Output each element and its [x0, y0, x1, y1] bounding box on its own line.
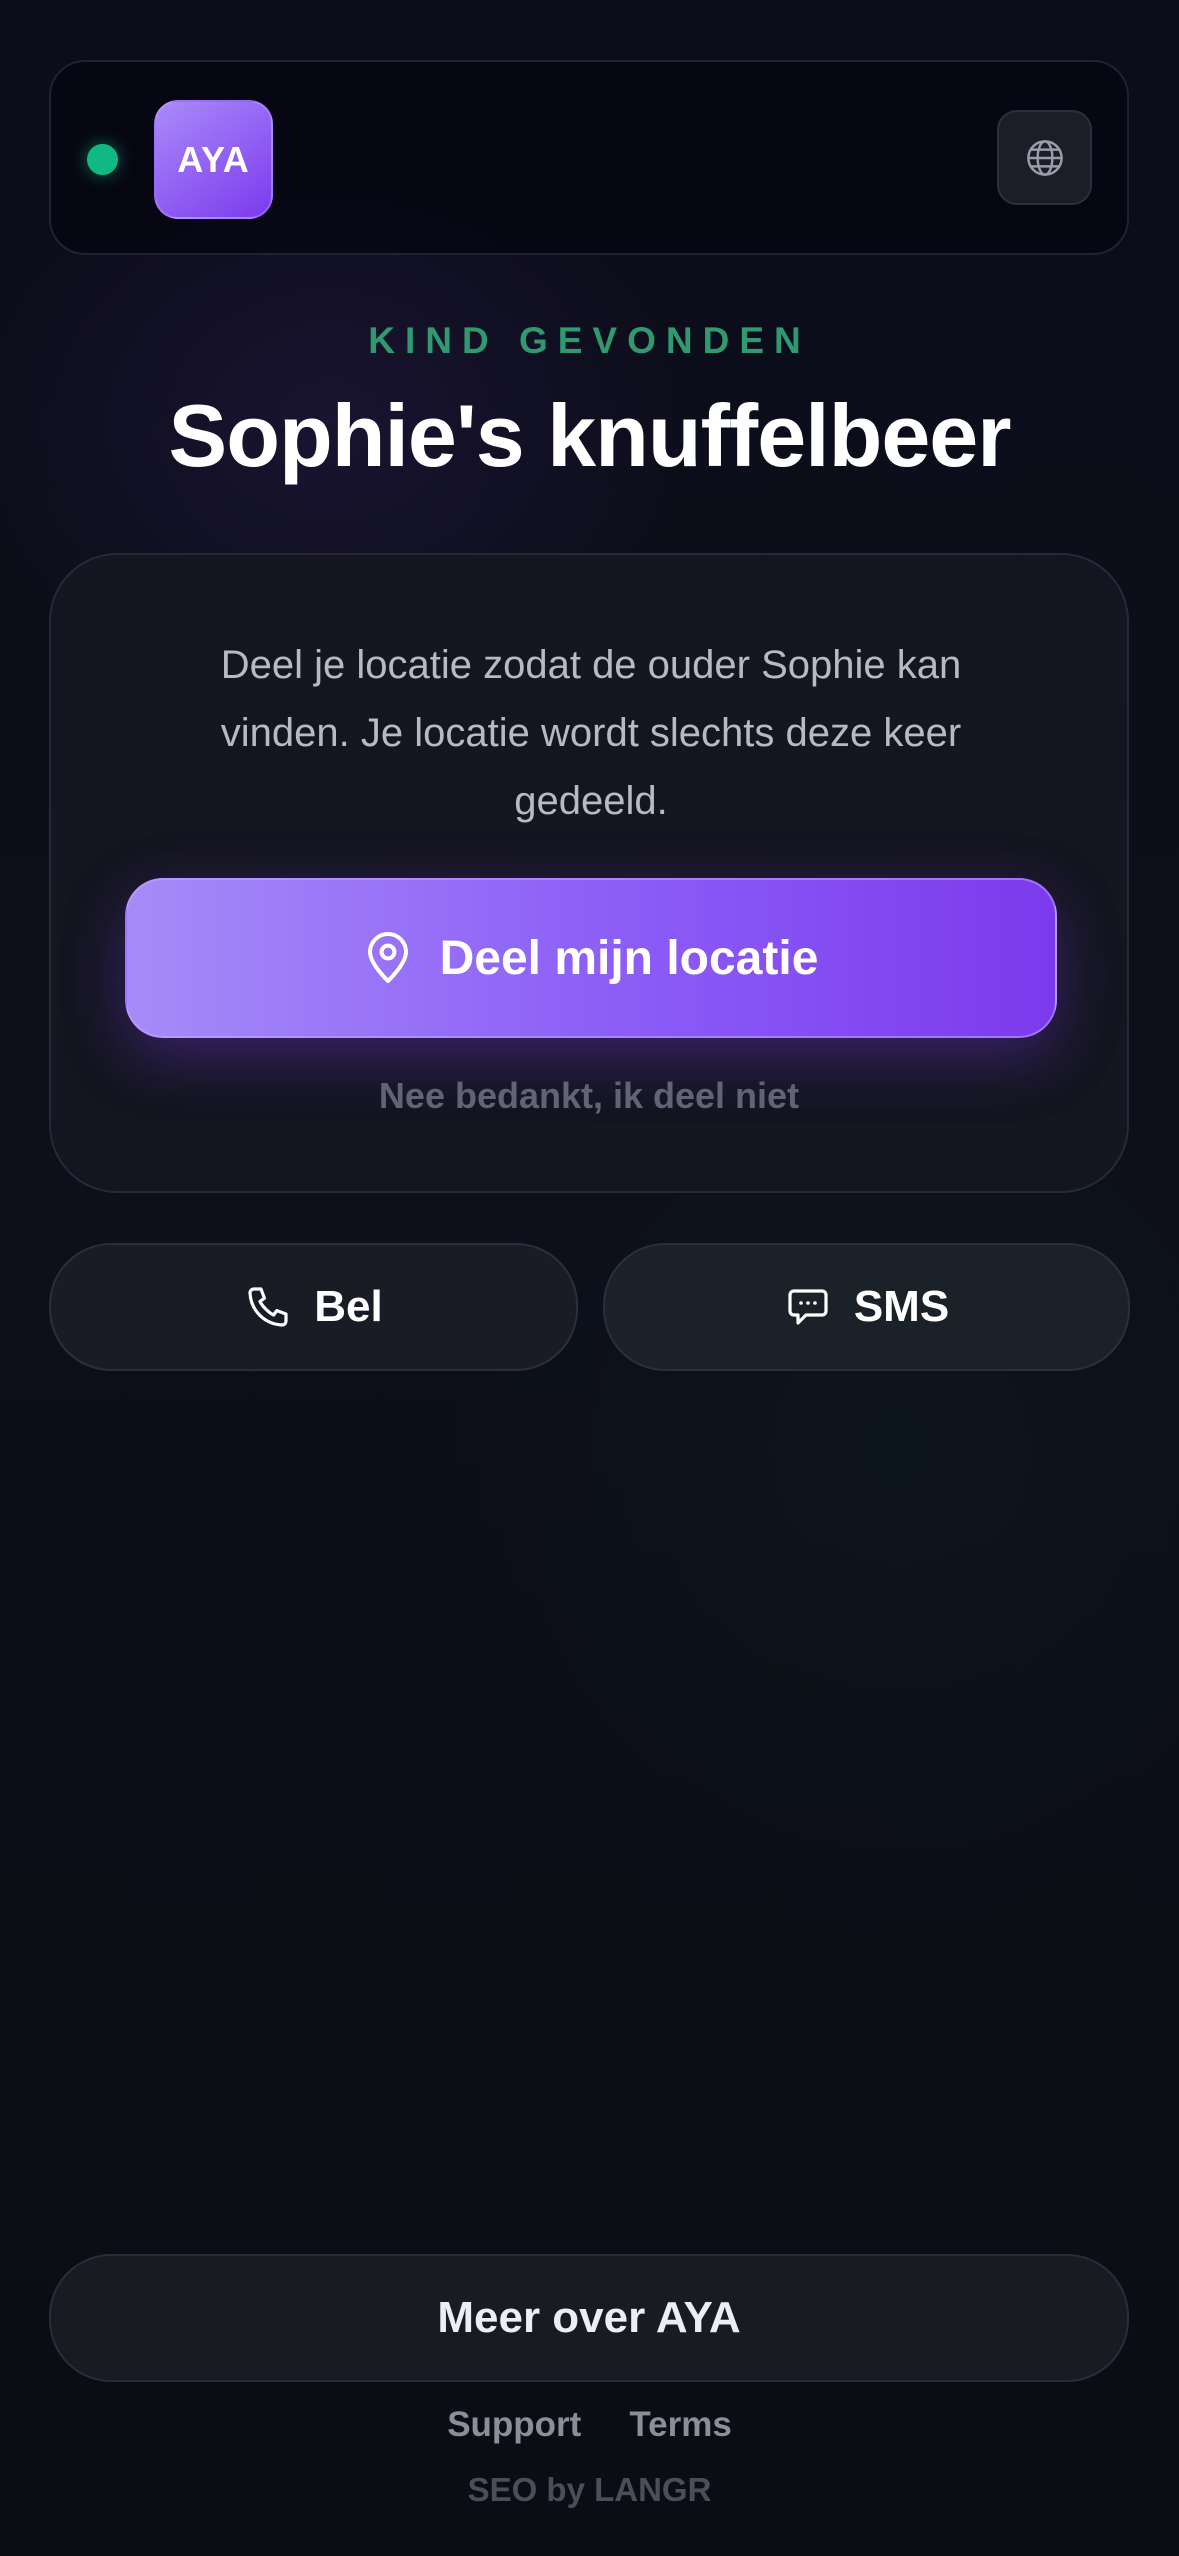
footer-links: Support Terms [0, 2405, 1179, 2445]
more-about-aya-label: Meer over AYA [437, 2293, 741, 2342]
phone-icon [248, 1287, 288, 1327]
eyebrow-label: KIND GEVONDEN [368, 320, 811, 361]
share-location-button[interactable]: Deel mijn locatie [125, 878, 1057, 1038]
footer-link-support[interactable]: Support [447, 2405, 581, 2445]
header-bar: AYA [49, 60, 1129, 255]
footer-credit: SEO by LANGR [467, 2471, 712, 2508]
status-indicator [87, 144, 118, 175]
call-label: Bel [314, 1282, 383, 1331]
location-pin-icon [367, 932, 408, 983]
sms-label: SMS [853, 1282, 950, 1331]
decline-link[interactable]: Nee bedankt, ik deel niet [51, 1075, 1127, 1117]
logo-text: AYA [177, 138, 250, 180]
location-share-card: Deel je locatie zodat de ouder Sophie ka… [49, 553, 1129, 1193]
globe-icon [1026, 139, 1063, 176]
page-title: Sophie's knuffelbeer [168, 386, 1012, 485]
call-button[interactable]: Bel [49, 1243, 578, 1371]
app-logo: AYA [154, 100, 273, 219]
more-about-aya-button[interactable]: Meer over AYA [49, 2254, 1129, 2382]
footer-link-terms[interactable]: Terms [629, 2405, 731, 2445]
card-description: Deel je locatie zodat de ouder Sophie ka… [220, 643, 962, 823]
language-button[interactable] [997, 110, 1092, 205]
chat-bubble-icon [788, 1289, 828, 1325]
sms-button[interactable]: SMS [603, 1243, 1130, 1371]
share-location-label: Deel mijn locatie [439, 931, 819, 985]
